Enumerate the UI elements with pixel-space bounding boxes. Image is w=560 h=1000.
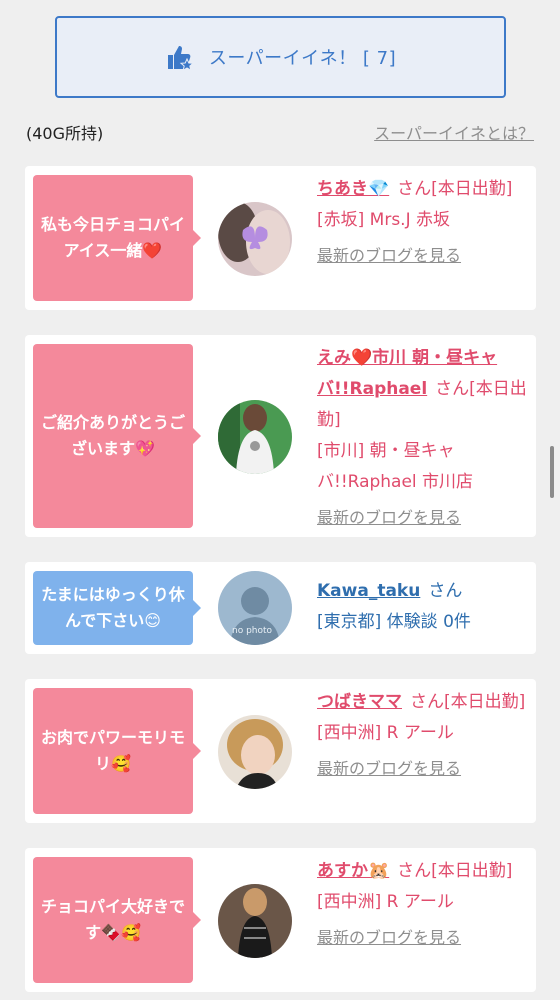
latest-blog-link[interactable]: 最新のブログを見る	[317, 922, 529, 953]
sender-status: さん[本日出勤]	[397, 861, 513, 881]
super-like-help-link[interactable]: スーパーイイネとは？	[374, 120, 534, 144]
avatar[interactable]: no photo	[218, 571, 292, 645]
message-card: お肉でパワーモリモリ🥰 つばきママ さん[本日出勤] [西中洲] R アール 最新…	[25, 679, 536, 823]
scrollbar[interactable]	[550, 446, 554, 498]
message-card: 私も今日チョコパイアイス一緒❤️ ちあき💎 さん[本日出勤] [赤坂] Mrs.J…	[25, 166, 536, 310]
sender-info: あすか🐹 さん[本日出勤] [西中洲] R アール 最新のブログを見る	[317, 856, 529, 953]
message-bubble: お肉でパワーモリモリ🥰	[33, 688, 201, 814]
avatar[interactable]	[218, 400, 292, 474]
review-link[interactable]: [東京都] 体験談 0件	[317, 607, 529, 638]
super-like-button[interactable]: スーパーイイネ！ [ 7]	[55, 16, 506, 98]
message-text: チョコパイ大好きです🍫🥰	[40, 897, 185, 942]
message-bubble: 私も今日チョコパイアイス一緒❤️	[33, 175, 201, 301]
super-like-label: スーパーイイネ！ [ 7]	[208, 48, 397, 69]
sender-info: ちあき💎 さん[本日出勤] [赤坂] Mrs.J 赤坂 最新のブログを見る	[317, 174, 529, 271]
sender-name[interactable]: Kawa_taku	[317, 581, 420, 601]
sender-name[interactable]: つばきママ	[317, 692, 402, 712]
message-card: チョコパイ大好きです🍫🥰 あすか🐹 さん[本日出勤] [西中洲] R アール 最新…	[25, 848, 536, 992]
message-card: ご紹介ありがとうございます💖 えみ❤️市川 朝・昼キャバ!!Raphael さん[…	[25, 335, 536, 537]
sender-info: つばきママ さん[本日出勤] [西中洲] R アール 最新のブログを見る	[317, 687, 529, 784]
shop-link[interactable]: [西中洲] R アール	[317, 887, 529, 918]
sender-status: さん[本日出勤]	[410, 692, 526, 712]
message-text: 私も今日チョコパイアイス一緒❤️	[40, 215, 185, 260]
sender-name[interactable]: ちあき💎	[317, 179, 389, 199]
avatar[interactable]	[218, 715, 292, 789]
message-bubble: たまにはゆっくり休んで下さい😊	[33, 571, 201, 645]
shop-link[interactable]: [赤坂] Mrs.J 赤坂	[317, 205, 529, 236]
latest-blog-link[interactable]: 最新のブログを見る	[317, 502, 529, 533]
message-text: たまにはゆっくり休んで下さい😊	[41, 585, 185, 630]
avatar[interactable]	[218, 884, 292, 958]
shop-link[interactable]: [市川] 朝・昼キャバ!!Raphael 市川店	[317, 436, 529, 498]
thumbs-up-star-icon	[167, 46, 195, 72]
sender-status: さん[本日出勤]	[397, 179, 513, 199]
owned-points: (40G所持)	[26, 124, 104, 143]
latest-blog-link[interactable]: 最新のブログを見る	[317, 240, 529, 271]
sender-info: Kawa_taku さん [東京都] 体験談 0件	[317, 576, 529, 638]
avatar[interactable]	[218, 202, 292, 276]
message-bubble: ご紹介ありがとうございます💖	[33, 344, 201, 528]
message-bubble: チョコパイ大好きです🍫🥰	[33, 857, 201, 983]
message-text: ご紹介ありがとうございます💖	[40, 413, 185, 458]
message-text: お肉でパワーモリモリ🥰	[40, 728, 185, 773]
no-photo-text: no photo	[232, 626, 273, 636]
message-card: たまにはゆっくり休んで下さい😊 no photo Kawa_taku さん [東京…	[25, 562, 536, 654]
shop-link[interactable]: [西中洲] R アール	[317, 718, 529, 749]
latest-blog-link[interactable]: 最新のブログを見る	[317, 753, 529, 784]
sender-name[interactable]: あすか🐹	[317, 861, 389, 881]
sender-status: さん	[428, 581, 463, 601]
sender-info: えみ❤️市川 朝・昼キャバ!!Raphael さん[本日出勤] [市川] 朝・昼キ…	[317, 343, 529, 533]
